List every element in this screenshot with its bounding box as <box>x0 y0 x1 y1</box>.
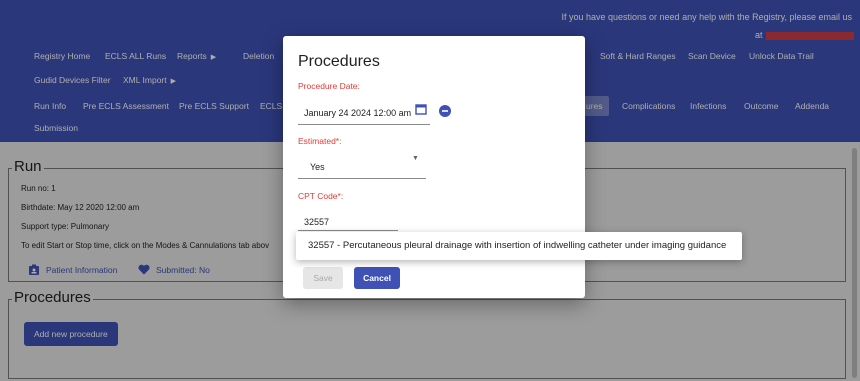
procedure-date-value: January 24 2024 12:00 am <box>304 108 412 118</box>
procedure-date-label: Procedure Date: <box>298 81 360 91</box>
estimated-select[interactable]: Yes ▼ <box>298 148 426 179</box>
cpt-option-label: 32557 - Percutaneous pleural drainage wi… <box>308 240 727 251</box>
cancel-button[interactable]: Cancel <box>354 267 400 289</box>
cpt-code-label: CPT Code*: <box>298 191 344 201</box>
save-button[interactable]: Save <box>303 267 343 289</box>
cpt-code-input[interactable]: 32557 <box>298 202 398 231</box>
estimated-value: Yes <box>310 162 325 172</box>
remove-circle-icon[interactable] <box>439 105 451 117</box>
dialog-title: Procedures <box>298 53 380 70</box>
procedure-date-input[interactable]: January 24 2024 12:00 am <box>298 100 430 125</box>
cpt-code-value: 32557 <box>304 217 330 227</box>
cpt-autocomplete-option[interactable]: 32557 - Percutaneous pleural drainage wi… <box>296 232 742 260</box>
calendar-icon[interactable] <box>415 103 427 115</box>
estimated-label: Estimated*: <box>298 136 342 146</box>
dropdown-arrow-icon: ▼ <box>412 155 419 162</box>
